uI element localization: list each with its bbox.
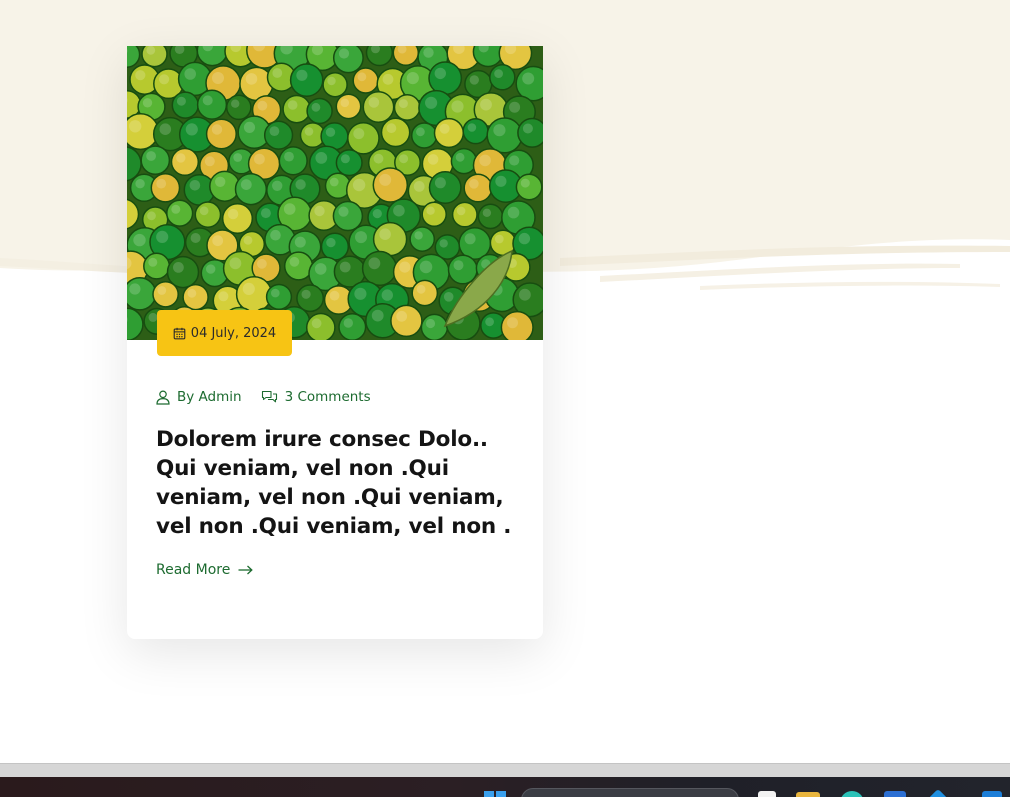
user-icon bbox=[156, 390, 170, 405]
post-author[interactable]: By Admin bbox=[156, 389, 242, 405]
folder-icon[interactable] bbox=[796, 792, 820, 797]
taskbar-search-box[interactable] bbox=[521, 788, 739, 797]
read-more-link[interactable]: Read More bbox=[156, 562, 254, 578]
post-featured-image[interactable] bbox=[127, 46, 543, 340]
file-manager-icon[interactable] bbox=[758, 791, 776, 797]
author-label: By Admin bbox=[177, 389, 242, 405]
browser-scrollbar-track[interactable] bbox=[0, 763, 1010, 777]
store-icon[interactable] bbox=[884, 791, 906, 797]
blog-post-card: 04 July, 2024 By Admin 3 Comments Dolore… bbox=[127, 46, 543, 639]
post-title[interactable]: Dolorem irure consec Dolo.. Qui veniam, … bbox=[156, 425, 522, 541]
vscode-icon[interactable] bbox=[923, 788, 953, 797]
os-taskbar bbox=[0, 777, 1010, 797]
post-date: 04 July, 2024 bbox=[190, 325, 277, 341]
post-comments[interactable]: 3 Comments bbox=[261, 389, 371, 405]
edge-browser-icon[interactable] bbox=[840, 791, 864, 797]
comments-label: 3 Comments bbox=[284, 389, 371, 405]
calendar-icon bbox=[173, 327, 186, 339]
post-date-badge: 04 July, 2024 bbox=[157, 310, 292, 356]
app-icon[interactable] bbox=[982, 791, 1002, 797]
read-more-label: Read More bbox=[156, 562, 231, 578]
comments-icon bbox=[261, 390, 277, 403]
windows-start-icon[interactable] bbox=[484, 791, 506, 797]
post-meta: By Admin 3 Comments bbox=[156, 389, 371, 405]
arrow-right-icon bbox=[238, 565, 254, 575]
